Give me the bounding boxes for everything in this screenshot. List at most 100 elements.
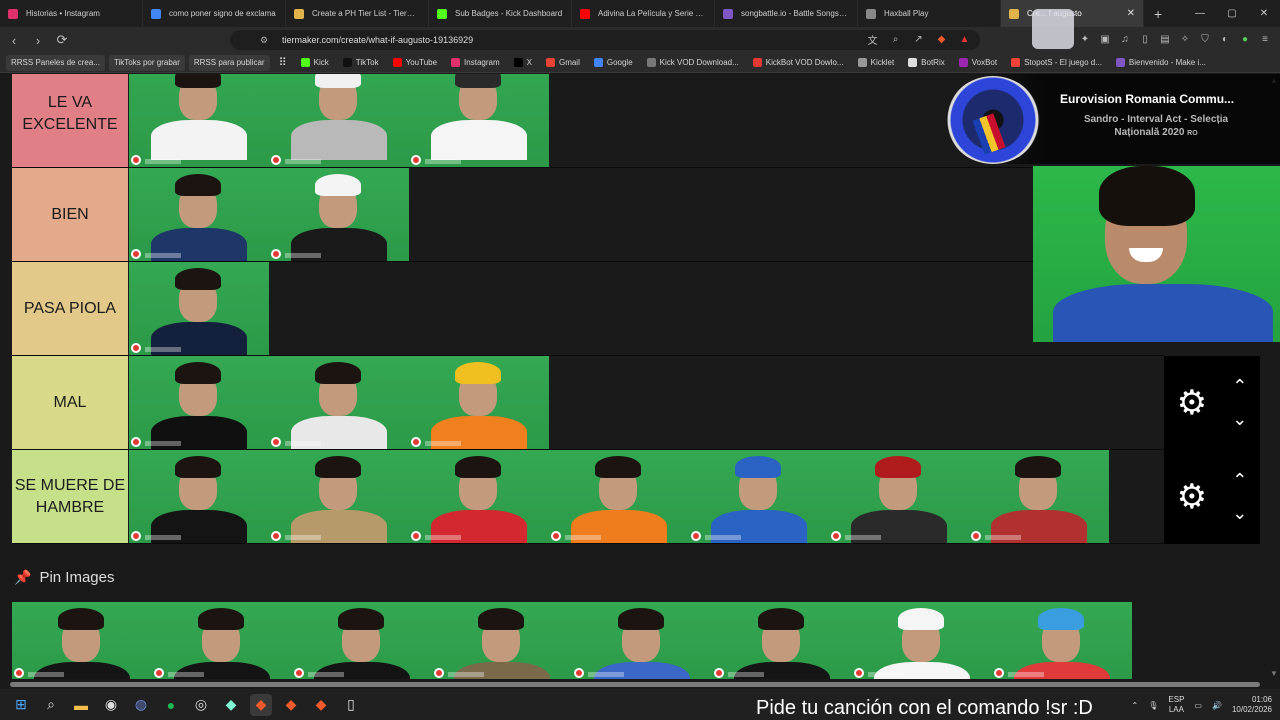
close-window-button[interactable]: ✕ bbox=[1248, 0, 1280, 27]
tier-image[interactable] bbox=[712, 602, 852, 680]
extension-icon[interactable]: ✦ bbox=[1078, 31, 1092, 47]
bookmark-item[interactable]: YouTube bbox=[388, 55, 442, 71]
discord-icon[interactable]: ◍ bbox=[130, 694, 152, 716]
vpn-icon[interactable]: ⛉ bbox=[1198, 31, 1212, 47]
tier-image[interactable] bbox=[129, 168, 269, 261]
tray-chevron-icon[interactable]: ⌃ bbox=[1132, 701, 1139, 710]
brave-rewards-icon[interactable]: ▲ bbox=[957, 31, 972, 47]
tier-image[interactable] bbox=[549, 450, 689, 543]
tab-close-icon[interactable]: ✕ bbox=[1127, 8, 1135, 19]
bookmark-item[interactable]: Instagram bbox=[446, 55, 505, 71]
tier-image[interactable] bbox=[829, 450, 969, 543]
tier-image[interactable] bbox=[129, 450, 269, 543]
language-indicator[interactable]: ESP LAA bbox=[1168, 695, 1184, 715]
brave-beta-icon[interactable]: ◆ bbox=[280, 694, 302, 716]
tier-image[interactable] bbox=[152, 602, 292, 680]
tier-image[interactable] bbox=[572, 602, 712, 680]
bookmark-item[interactable]: RRSS Paneles de crea... bbox=[6, 54, 105, 71]
sync-icon[interactable]: ◐ bbox=[1218, 31, 1232, 47]
bookmark-item[interactable]: Kick VOD Download... bbox=[642, 55, 744, 71]
tier-image[interactable] bbox=[409, 74, 549, 167]
site-info-icon[interactable]: ⚙ bbox=[260, 35, 268, 46]
spotify-icon[interactable]: ● bbox=[160, 694, 182, 716]
brave-shield-icon[interactable]: ◆ bbox=[934, 31, 949, 47]
tier-image[interactable] bbox=[409, 450, 549, 543]
bookmark-item[interactable]: X bbox=[509, 55, 537, 71]
bookmark-item[interactable]: Google bbox=[589, 55, 638, 71]
bookmark-item[interactable]: Bienvenido - Make i... bbox=[1111, 55, 1211, 71]
bookmark-item[interactable]: VoxBot bbox=[954, 55, 1002, 71]
browser-tab[interactable]: songbattle.io - Battle Songs ag bbox=[715, 0, 858, 27]
browser-tab[interactable]: como poner signo de exclama bbox=[143, 0, 286, 27]
file-explorer-icon[interactable]: ▬ bbox=[70, 694, 92, 716]
maximize-button[interactable]: ▢ bbox=[1216, 0, 1248, 27]
tier-label[interactable]: SE MUERE DE HAMBRE bbox=[12, 450, 128, 543]
music-icon[interactable]: ♫ bbox=[1118, 31, 1132, 47]
horizontal-scroll-thumb[interactable] bbox=[10, 682, 1260, 687]
clock[interactable]: 01:06 10/02/2026 bbox=[1232, 695, 1272, 715]
bookmark-item[interactable]: Gmail bbox=[541, 55, 585, 71]
screenshot-icon[interactable]: ▣ bbox=[1098, 31, 1112, 47]
bookmark-item[interactable]: RRSS para publicar bbox=[188, 54, 270, 71]
tier-image[interactable] bbox=[292, 602, 432, 680]
tier-image[interactable] bbox=[129, 74, 269, 167]
horizontal-scrollbar[interactable] bbox=[0, 679, 1280, 689]
network-icon[interactable]: ▭ bbox=[1194, 701, 1202, 710]
tier-label[interactable]: PASA PIOLA bbox=[12, 262, 128, 355]
browser-tab[interactable]: Adivina La Película y Serie por bbox=[572, 0, 715, 27]
obs-icon[interactable]: ◎ bbox=[190, 694, 212, 716]
tier-label[interactable]: BIEN bbox=[12, 168, 128, 261]
tier-image[interactable] bbox=[129, 262, 269, 355]
chevron-up-icon[interactable]: ⌃ bbox=[1232, 376, 1247, 397]
chevron-up-icon[interactable]: ⌃ bbox=[1232, 470, 1247, 491]
tier-image[interactable] bbox=[689, 450, 829, 543]
search-icon[interactable]: ⌕ bbox=[40, 694, 62, 716]
minimize-button[interactable]: — bbox=[1184, 0, 1216, 27]
sidebar-icon[interactable]: ▯ bbox=[1138, 31, 1152, 47]
tier-image[interactable] bbox=[269, 450, 409, 543]
gear-icon[interactable]: ⚙ bbox=[1177, 477, 1207, 517]
leo-icon[interactable]: ✧ bbox=[1178, 31, 1192, 47]
brave-taskbar-icon[interactable]: ◆ bbox=[250, 693, 272, 716]
gear-icon[interactable]: ⚙ bbox=[1177, 383, 1207, 423]
tier-image[interactable] bbox=[269, 74, 409, 167]
windows-start-icon[interactable]: ⊞ bbox=[10, 694, 32, 716]
app-icon[interactable]: ◉ bbox=[100, 694, 122, 716]
scroll-down-icon[interactable]: ▼ bbox=[1270, 669, 1278, 678]
wallet-icon[interactable]: ▤ bbox=[1158, 31, 1172, 47]
bookmark-item[interactable]: Kicklet bbox=[853, 55, 900, 71]
bookmark-item[interactable]: TikTok bbox=[338, 55, 384, 71]
back-icon[interactable]: ‹ bbox=[4, 30, 24, 50]
vertical-scrollbar[interactable]: ▲ ▼ bbox=[1268, 74, 1280, 680]
tier-label[interactable]: MAL bbox=[12, 356, 128, 449]
translate-icon[interactable]: 文 bbox=[865, 31, 880, 47]
menu-icon[interactable]: ≡ bbox=[1258, 31, 1272, 47]
bookmark-item[interactable]: KickBot VOD Dowlo... bbox=[748, 55, 849, 71]
tier-image[interactable] bbox=[269, 356, 409, 449]
chevron-down-icon[interactable]: ⌄ bbox=[1232, 503, 1247, 524]
tier-image[interactable] bbox=[432, 602, 572, 680]
share-icon[interactable]: ↗ bbox=[911, 31, 926, 47]
browser-tab[interactable]: Haxball Play bbox=[858, 0, 1001, 27]
reload-icon[interactable]: ⟳ bbox=[52, 30, 72, 50]
zoom-icon[interactable]: ⌕ bbox=[888, 31, 903, 47]
chevron-down-icon[interactable]: ⌄ bbox=[1232, 409, 1247, 430]
brave-nightly-icon[interactable]: ◆ bbox=[310, 694, 332, 716]
tier-image[interactable] bbox=[969, 450, 1109, 543]
tier-image[interactable] bbox=[992, 602, 1132, 680]
tier-image[interactable] bbox=[852, 602, 992, 680]
tier-image[interactable] bbox=[129, 356, 269, 449]
bookmark-item[interactable]: Kick bbox=[296, 55, 334, 71]
tier-image[interactable] bbox=[12, 602, 152, 680]
new-tab-button[interactable]: + bbox=[1144, 6, 1172, 22]
microphone-icon[interactable]: 🎙 bbox=[1148, 701, 1158, 710]
streamlabs-icon[interactable]: ◆ bbox=[220, 694, 242, 716]
bookmark-item[interactable]: StopotS - El juego d... bbox=[1006, 55, 1107, 71]
tier-image[interactable] bbox=[409, 356, 549, 449]
bookmark-item[interactable]: ⠿ bbox=[274, 55, 292, 71]
volume-icon[interactable]: 🔊 bbox=[1212, 701, 1222, 710]
notepad-icon[interactable]: ▯ bbox=[340, 694, 362, 716]
browser-tab[interactable]: Sub Badges - Kick Dashboard bbox=[429, 0, 572, 27]
tier-label[interactable]: LE VA EXCELENTE bbox=[12, 74, 128, 167]
browser-tab[interactable]: Historias • Instagram bbox=[0, 0, 143, 27]
